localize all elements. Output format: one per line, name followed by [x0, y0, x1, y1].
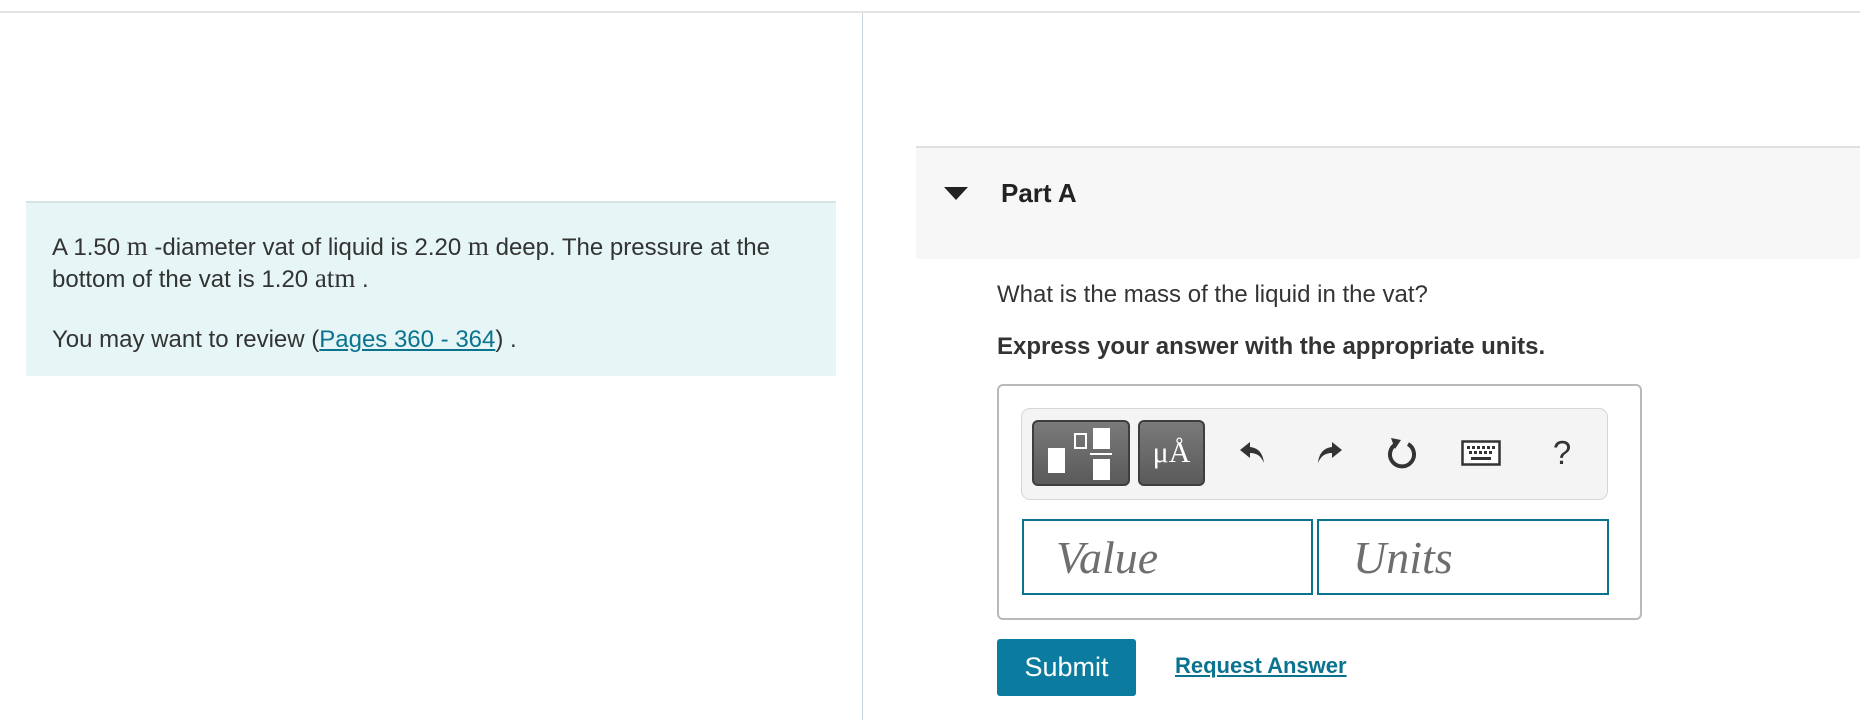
math-toolbar: μÅ ?	[1021, 408, 1608, 500]
undo-button[interactable]	[1231, 431, 1275, 475]
reset-icon	[1388, 438, 1416, 469]
part-title[interactable]: Part A	[1001, 178, 1077, 209]
unit-atm: atm	[314, 263, 356, 293]
units-input[interactable]	[1317, 519, 1609, 595]
problem-text: A 1.50 m -diameter vat of liquid is 2.20…	[52, 231, 770, 293]
undo-icon	[1240, 442, 1264, 463]
part-a-header[interactable]: Part A	[916, 146, 1860, 259]
problem-statement: A 1.50 m -diameter vat of liquid is 2.20…	[26, 201, 836, 376]
keyboard-button[interactable]	[1455, 431, 1507, 475]
review-pages-link[interactable]: Pages 360 - 364	[319, 326, 495, 353]
templates-button[interactable]	[1032, 420, 1130, 486]
answer-box: μÅ ? Value Units	[997, 384, 1642, 620]
review-text: You may want to review (Pages 360 - 364)…	[52, 326, 517, 353]
units-button[interactable]: μÅ	[1138, 420, 1205, 486]
collapse-caret-icon[interactable]	[944, 187, 968, 200]
question-text: What is the mass of the liquid in the va…	[997, 281, 1428, 308]
redo-button[interactable]	[1307, 431, 1351, 475]
value-input[interactable]	[1022, 519, 1313, 595]
help-button[interactable]: ?	[1540, 431, 1584, 475]
reset-button[interactable]	[1380, 431, 1424, 475]
submit-button[interactable]: Submit	[997, 639, 1136, 696]
request-answer-link[interactable]: Request Answer	[1175, 653, 1347, 679]
instruction-text: Express your answer with the appropriate…	[997, 333, 1546, 360]
units-label: μÅ	[1152, 436, 1191, 469]
unit-meter: m	[467, 231, 489, 261]
help-label: ?	[1552, 434, 1572, 471]
pane-divider	[862, 13, 863, 720]
top-rule	[0, 11, 1860, 13]
unit-meter: m	[126, 231, 148, 261]
redo-icon	[1318, 442, 1342, 463]
keyboard-icon	[1461, 440, 1501, 466]
